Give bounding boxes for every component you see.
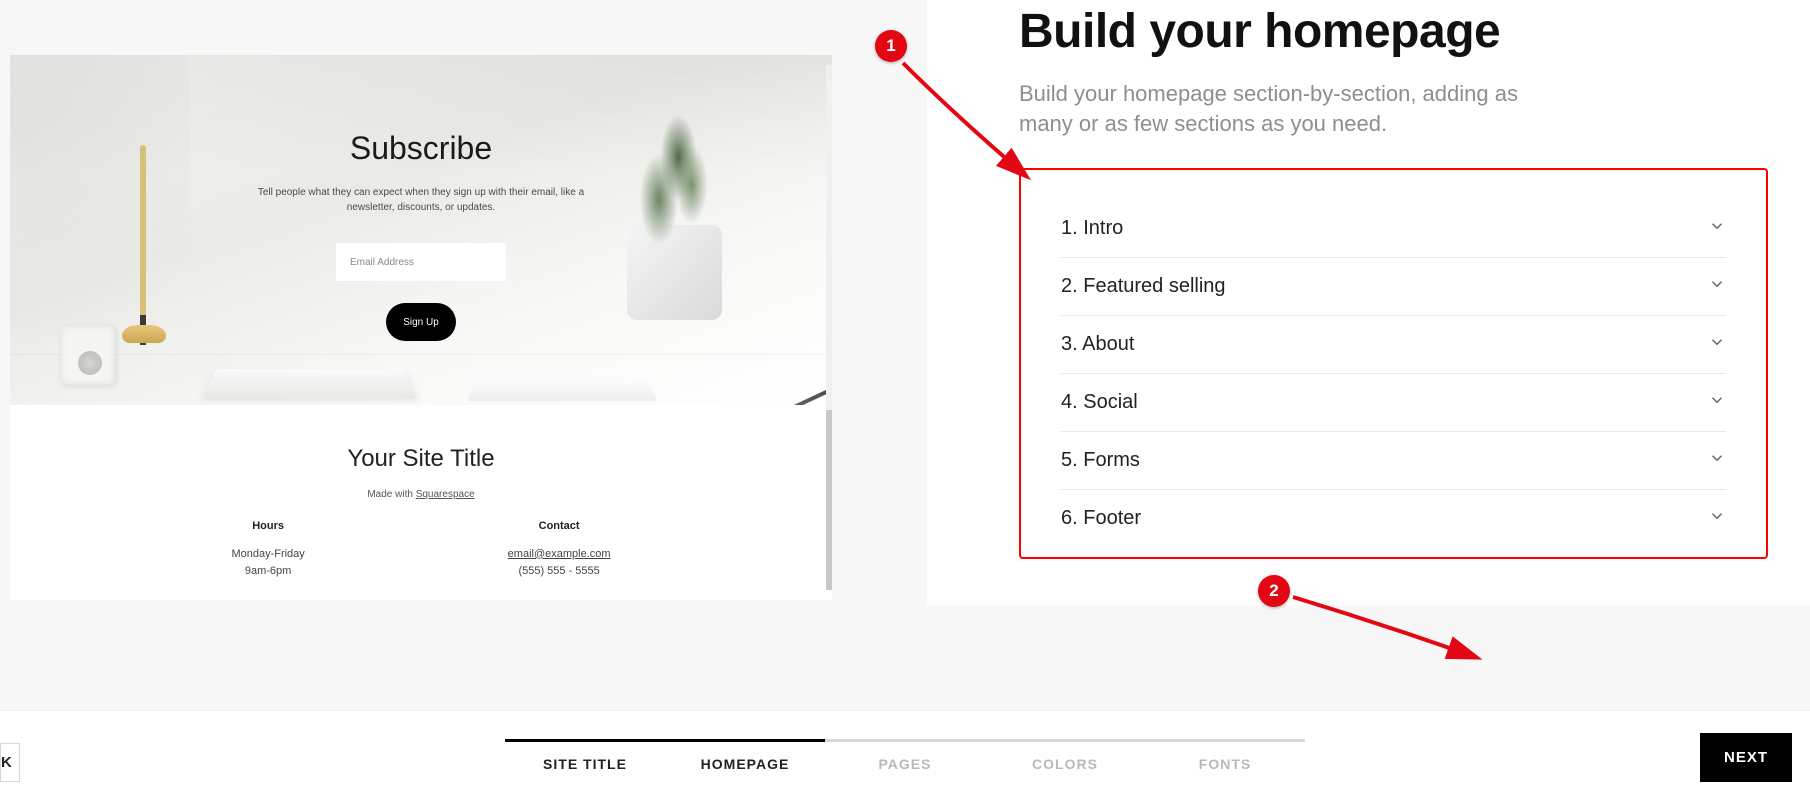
sections-list: 1. Intro 2. Featured selling 3. About 4.…: [1019, 168, 1768, 559]
next-button[interactable]: NEXT: [1700, 733, 1792, 782]
hours-line: 9am-6pm: [231, 563, 304, 581]
bottom-bar: K SITE TITLE HOMEPAGE PAGES COLORS FONTS…: [0, 710, 1810, 800]
step-site-title[interactable]: SITE TITLE: [505, 739, 665, 772]
subscribe-heading: Subscribe: [350, 130, 492, 167]
contact-phone: (555) 555 - 5555: [508, 563, 611, 581]
annotation-badge-1: 1: [875, 30, 907, 62]
annotation-arrow-1: [895, 55, 1045, 200]
chevron-down-icon: [1708, 333, 1726, 356]
section-label: 4. Social: [1061, 391, 1138, 414]
section-label: 1. Intro: [1061, 217, 1123, 240]
config-panel: Build your homepage Build your homepage …: [927, 0, 1810, 605]
sharpener-prop: [60, 325, 115, 385]
footer-section: Your Site Title Made with Squarespace Ho…: [10, 405, 832, 600]
annotation-badge-2: 2: [1258, 575, 1290, 607]
step-pages[interactable]: PAGES: [825, 739, 985, 772]
site-title: Your Site Title: [50, 445, 792, 473]
squarespace-link[interactable]: Squarespace: [416, 489, 475, 500]
contact-header: Contact: [508, 518, 611, 536]
section-label: 6. Footer: [1061, 507, 1141, 530]
step-colors[interactable]: COLORS: [985, 739, 1145, 772]
chevron-down-icon: [1708, 507, 1726, 530]
contact-email[interactable]: email@example.com: [508, 546, 611, 564]
section-row-featured-selling[interactable]: 2. Featured selling: [1061, 258, 1726, 316]
config-title: Build your homepage: [1019, 0, 1768, 59]
plant-leaves-prop: [607, 115, 737, 255]
chevron-down-icon: [1708, 391, 1726, 414]
config-description: Build your homepage section-by-section, …: [1019, 79, 1519, 138]
hero-section: Subscribe Tell people what they can expe…: [10, 55, 832, 405]
signup-button[interactable]: Sign Up: [386, 303, 456, 341]
progress-nav: SITE TITLE HOMEPAGE PAGES COLORS FONTS: [505, 739, 1305, 772]
back-button[interactable]: K: [0, 743, 20, 782]
website-preview-frame: Subscribe Tell people what they can expe…: [10, 55, 832, 600]
book-prop: [203, 369, 417, 399]
preview-scrollbar[interactable]: [826, 65, 832, 590]
chevron-down-icon: [1708, 217, 1726, 240]
pen-prop: [746, 385, 832, 405]
section-row-about[interactable]: 3. About: [1061, 316, 1726, 374]
section-label: 3. About: [1061, 333, 1134, 356]
section-label: 5. Forms: [1061, 449, 1140, 472]
step-homepage[interactable]: HOMEPAGE: [665, 739, 825, 772]
notebook-prop: [467, 380, 658, 401]
annotation-arrow-2: [1285, 585, 1495, 680]
email-input[interactable]: Email Address: [336, 243, 506, 281]
step-fonts[interactable]: FONTS: [1145, 739, 1305, 772]
chevron-down-icon: [1708, 449, 1726, 472]
pencil-prop: [140, 145, 146, 345]
preview-panel: Subscribe Tell people what they can expe…: [0, 0, 927, 605]
section-label: 2. Featured selling: [1061, 275, 1226, 298]
section-row-intro[interactable]: 1. Intro: [1061, 200, 1726, 258]
contact-column: Contact email@example.com (555) 555 - 55…: [508, 518, 611, 581]
hours-column: Hours Monday-Friday 9am-6pm: [231, 518, 304, 581]
section-row-forms[interactable]: 5. Forms: [1061, 432, 1726, 490]
hours-header: Hours: [231, 518, 304, 536]
subscribe-subtext: Tell people what they can expect when th…: [251, 185, 591, 215]
section-row-footer[interactable]: 6. Footer: [1061, 490, 1726, 547]
hours-line: Monday-Friday: [231, 546, 304, 564]
made-with: Made with Squarespace: [50, 489, 792, 500]
section-row-social[interactable]: 4. Social: [1061, 374, 1726, 432]
chevron-down-icon: [1708, 275, 1726, 298]
